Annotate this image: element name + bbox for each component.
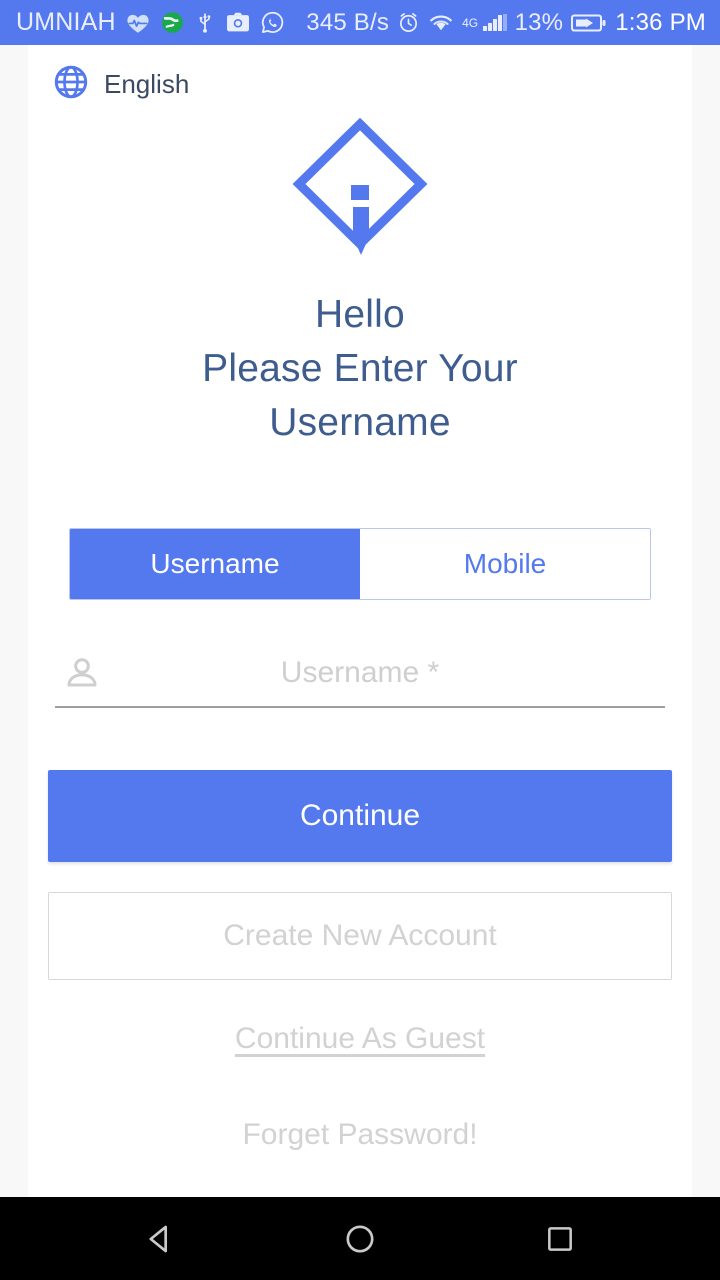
clock-label: 1:36 PM bbox=[615, 8, 706, 36]
language-selector[interactable]: English bbox=[52, 63, 189, 106]
page-title: Hello Please Enter Your Username bbox=[162, 288, 558, 450]
status-bar: UMNIAH 345 B/s 4G 13% 1:36 PM bbox=[0, 0, 720, 45]
globe-icon bbox=[52, 63, 90, 106]
cellular-signal-icon bbox=[483, 14, 507, 31]
tab-username[interactable]: Username bbox=[70, 529, 360, 599]
whatsapp-icon bbox=[260, 10, 285, 35]
language-label: English bbox=[104, 69, 190, 99]
page-title-line-2: Please Enter Your bbox=[202, 347, 518, 390]
back-triangle-icon[interactable] bbox=[125, 1204, 195, 1274]
continue-as-guest-link[interactable]: Continue As Guest bbox=[235, 1022, 485, 1056]
person-icon bbox=[55, 654, 109, 692]
app-logo bbox=[280, 112, 440, 262]
alarm-clock-icon bbox=[397, 11, 420, 34]
continue-button[interactable]: Continue bbox=[48, 770, 672, 862]
wifi-icon bbox=[428, 12, 454, 33]
create-new-account-button[interactable]: Create New Account bbox=[48, 892, 672, 980]
home-circle-icon[interactable] bbox=[325, 1204, 395, 1274]
network-speed-label: 345 B/s bbox=[306, 8, 390, 36]
carrier-label: UMNIAH bbox=[16, 8, 116, 36]
earth-globe-icon bbox=[160, 10, 185, 35]
camera-icon bbox=[225, 11, 251, 34]
screen-body: English Hello Please Enter Your Username… bbox=[0, 45, 720, 1197]
forgot-password-link[interactable]: Forget Password! bbox=[242, 1118, 477, 1152]
status-bar-right: 345 B/s 4G 13% 1:36 PM bbox=[306, 9, 706, 37]
username-input[interactable] bbox=[109, 656, 665, 690]
phone-screen: UMNIAH 345 B/s 4G 13% 1:36 PM English He… bbox=[0, 0, 720, 1280]
page-title-line-3: Username bbox=[269, 401, 451, 444]
tab-mobile[interactable]: Mobile bbox=[360, 529, 650, 599]
network-type-label: 4G bbox=[462, 15, 479, 30]
battery-charging-icon bbox=[571, 13, 607, 33]
android-nav-bar bbox=[0, 1197, 720, 1280]
status-bar-left: UMNIAH bbox=[16, 8, 285, 37]
page-title-line-1: Hello bbox=[315, 293, 405, 336]
heart-pulse-icon bbox=[125, 10, 151, 36]
username-field-row bbox=[55, 654, 665, 708]
login-method-tabs: Username Mobile bbox=[69, 528, 651, 600]
battery-percent-label: 13% bbox=[514, 8, 564, 36]
recents-square-icon[interactable] bbox=[525, 1204, 595, 1274]
usb-icon bbox=[194, 11, 216, 35]
login-card: English Hello Please Enter Your Username… bbox=[28, 45, 692, 1197]
